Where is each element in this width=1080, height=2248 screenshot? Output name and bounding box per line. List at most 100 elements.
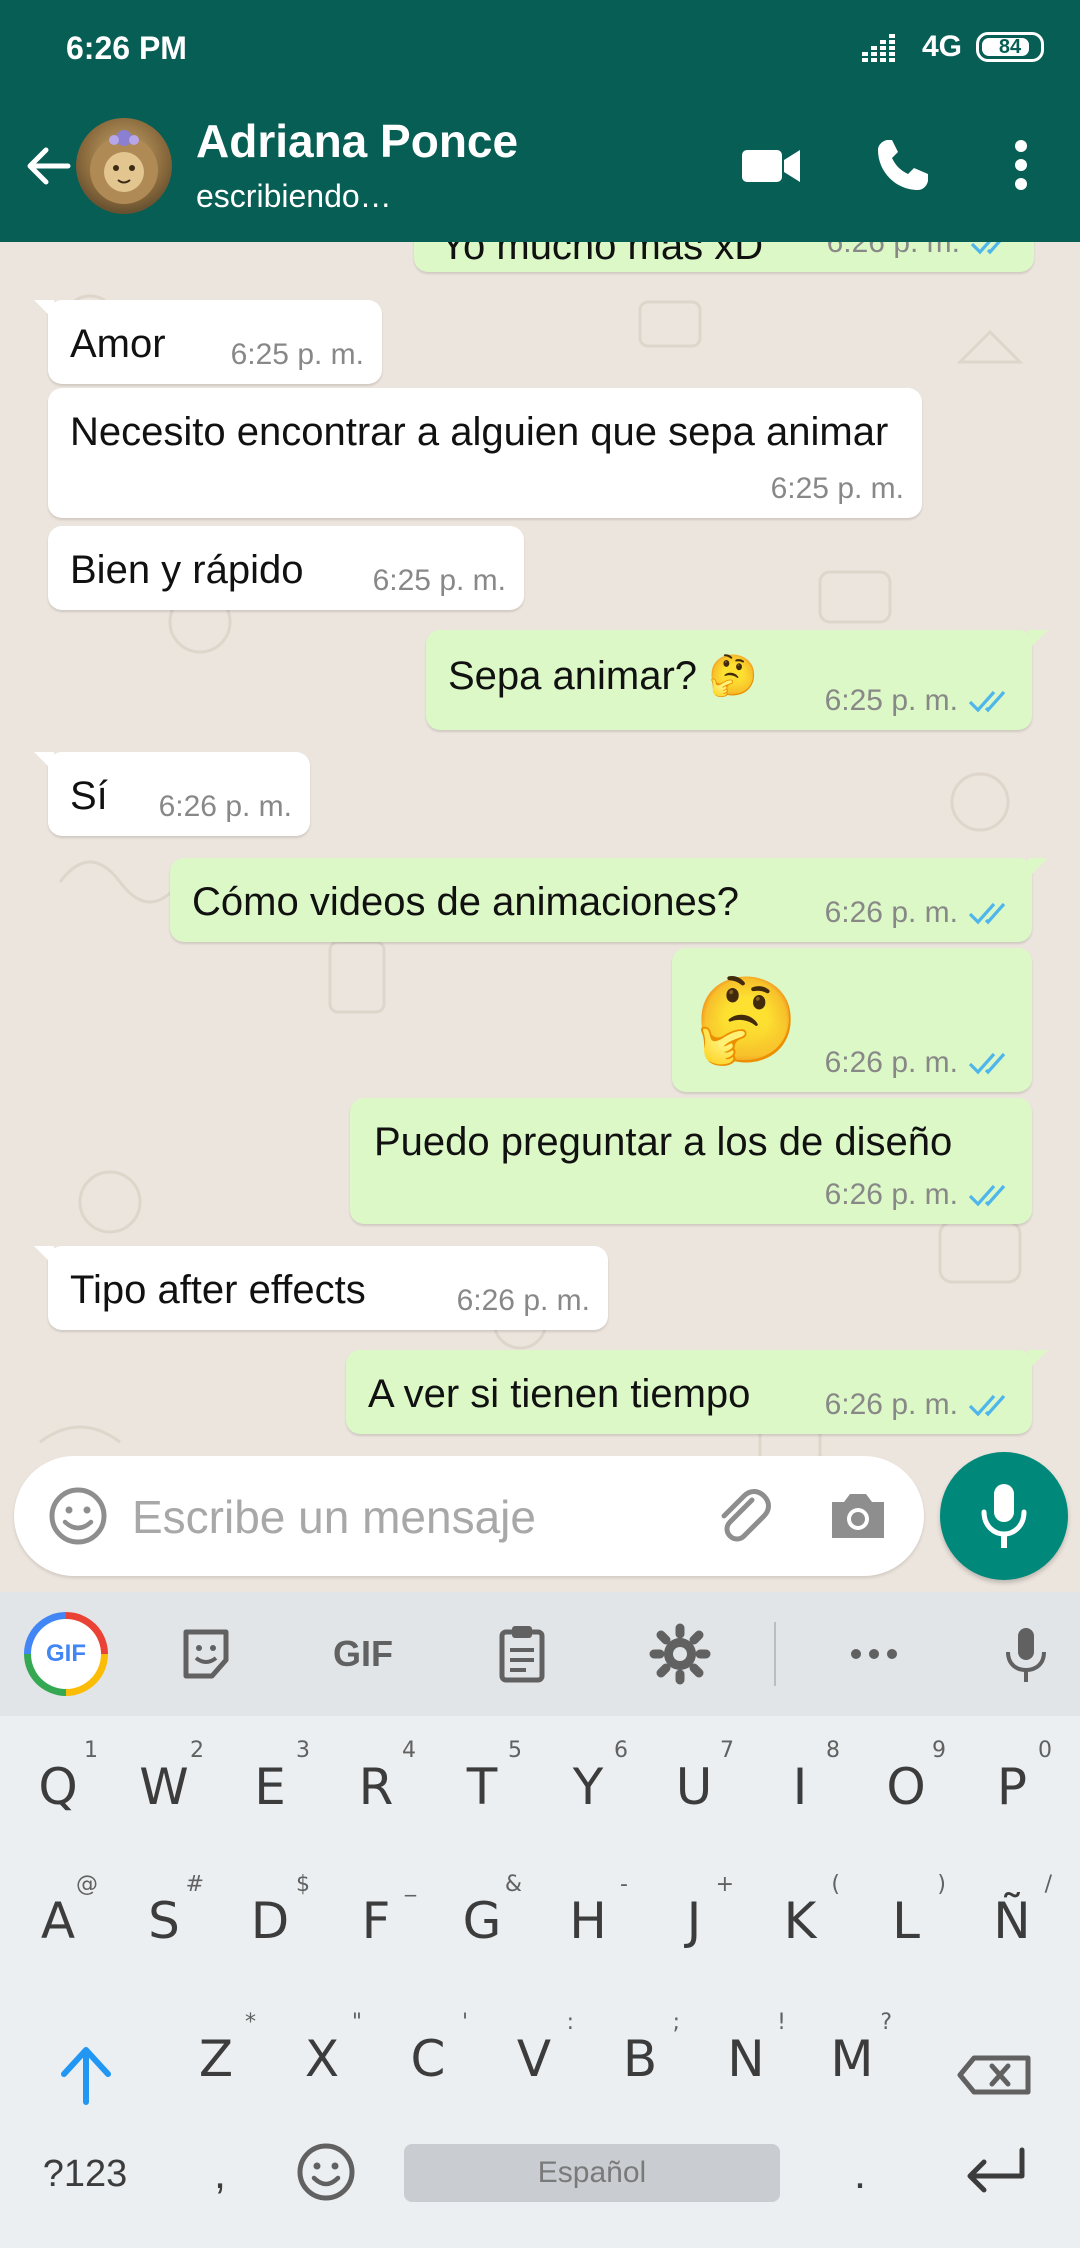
contact-name[interactable]: Adriana Ponce [196,114,518,168]
chat-messages: Yo mucho más xD 6:26 p. m. Amor 6:25 p. … [0,242,1080,1592]
clipboard-icon[interactable] [490,1622,554,1686]
keyboard-voice-icon[interactable] [994,1622,1058,1686]
message-time: 6:26 p. m. [824,1388,958,1421]
key-x[interactable]: X " [272,2004,372,2114]
message-text: Necesito encontrar a alguien que sepa an… [70,410,889,454]
message-outgoing-partial[interactable]: Yo mucho más xD 6:26 p. m. [414,242,1034,272]
enter-key-icon[interactable] [944,2132,1044,2212]
key-label: T [466,1758,498,1816]
key-label: Ñ [993,1892,1031,1950]
message-input[interactable]: Escribe un mensaje [132,1490,536,1544]
gboard-gif-badge[interactable]: GIF [24,1612,108,1696]
key-g[interactable]: G & [432,1866,532,1976]
message-time: 6:26 p. m. [158,790,292,823]
shift-key-icon[interactable] [36,2020,136,2130]
emoji-icon[interactable] [44,1482,112,1550]
key-a[interactable]: A @ [8,1866,108,1976]
key-label: E [254,1758,286,1816]
comma-key[interactable]: , [170,2124,270,2224]
key-z[interactable]: Z * [166,2004,266,2114]
key-hint: @ [76,1872,98,1897]
signal-icon [861,34,895,62]
key-h[interactable]: H- [538,1866,638,1976]
message-incoming[interactable]: Tipo after effects 6:26 p. m. [34,1246,608,1330]
message-outgoing[interactable]: Cómo videos de animaciones? 6:26 p. m. [170,858,1048,942]
settings-gear-icon[interactable] [648,1622,712,1686]
key-p[interactable]: P0 [962,1732,1062,1842]
attach-clip-icon[interactable] [708,1482,776,1550]
message-time: 6:25 p. m. [770,472,904,505]
period-key[interactable]: . [810,2124,910,2224]
key-b[interactable]: B; [590,2004,690,2114]
key-hint: & [504,1872,522,1897]
keyboard-toolbar: GIF GIF [0,1592,1080,1716]
key-l[interactable]: L) [856,1866,956,1976]
message-meta: 6:26 p. m. [827,242,1016,260]
key-hint: 9 [932,1738,946,1763]
read-ticks-icon [968,1052,1006,1075]
key-label: J [686,1892,702,1950]
key-v[interactable]: V: [484,2004,584,2114]
phone-call-icon[interactable] [870,132,936,198]
key-f[interactable]: F _ [326,1866,426,1976]
key-label: S [148,1892,180,1950]
message-incoming[interactable]: Sí 6:26 p. m. [34,752,310,836]
sticker-icon[interactable] [174,1622,238,1686]
message-outgoing[interactable]: Sepa animar? 🤔 6:25 p. m. [426,630,1048,730]
key-q[interactable]: Q1 [8,1732,108,1842]
key-e[interactable]: E3 [220,1732,320,1842]
key-hint: 5 [508,1738,522,1763]
message-outgoing[interactable]: Puedo preguntar a los de diseño 6:26 p. … [350,1098,1032,1224]
message-time: 6:25 p. m. [372,564,506,597]
more-options-icon[interactable] [988,132,1054,198]
key-w[interactable]: W2 [114,1732,214,1842]
key-o[interactable]: O9 [856,1732,956,1842]
contact-status: escribiendo… [196,178,392,214]
message-text: Tipo after effects [70,1268,366,1312]
contact-avatar[interactable] [76,118,172,214]
backspace-key-icon[interactable] [944,2020,1044,2130]
message-outgoing-emoji[interactable]: 🤔 6:26 p. m. [672,948,1032,1092]
video-call-icon[interactable] [738,132,804,198]
key-hint: - [620,1872,628,1897]
key-u[interactable]: U7 [644,1732,744,1842]
spacebar[interactable]: Español [404,2144,780,2202]
key-n[interactable]: N! [696,2004,796,2114]
key-label: F [361,1892,391,1950]
symbols-key[interactable]: ?123 [20,2124,150,2224]
back-arrow-icon[interactable] [20,138,76,194]
more-dots-icon[interactable] [842,1622,906,1686]
voice-record-button[interactable] [940,1452,1068,1580]
message-incoming[interactable]: Amor 6:25 p. m. [34,300,382,384]
message-meta: 6:26 p. m. [159,790,292,824]
key-k[interactable]: K( [750,1866,850,1976]
key-d[interactable]: D $ [220,1866,320,1976]
read-ticks-icon [968,902,1006,925]
message-outgoing[interactable]: A ver si tienen tiempo 6:26 p. m. [346,1350,1048,1434]
key-ñ[interactable]: Ñ / [962,1866,1062,1976]
key-t[interactable]: T5 [432,1732,532,1842]
message-meta: 6:25 p. m. [373,564,506,598]
key-i[interactable]: I8 [750,1732,850,1842]
message-text: Yo mucho más xD [440,242,764,268]
key-hint: 3 [296,1738,310,1763]
camera-icon[interactable] [824,1482,892,1550]
key-label: P [996,1758,1028,1816]
key-y[interactable]: Y6 [538,1732,638,1842]
key-hint: $ [296,1872,310,1897]
key-label: R [358,1758,394,1816]
message-incoming[interactable]: Bien y rápido 6:25 p. m. [48,526,524,610]
message-text: Bien y rápido [70,548,304,592]
key-c[interactable]: C ' [378,2004,478,2114]
message-composer[interactable]: Escribe un mensaje [14,1456,924,1576]
message-incoming[interactable]: Necesito encontrar a alguien que sepa an… [48,388,922,518]
key-hint: ) [937,1872,946,1897]
emoji-key-icon[interactable] [286,2132,366,2212]
key-r[interactable]: R4 [326,1732,426,1842]
key-s[interactable]: S # [114,1866,214,1976]
key-j[interactable]: J + [644,1866,744,1976]
key-hint: / [1044,1872,1052,1897]
key-m[interactable]: M? [802,2004,902,2114]
gif-button[interactable]: GIF [318,1622,408,1686]
key-hint: ( [831,1872,840,1897]
